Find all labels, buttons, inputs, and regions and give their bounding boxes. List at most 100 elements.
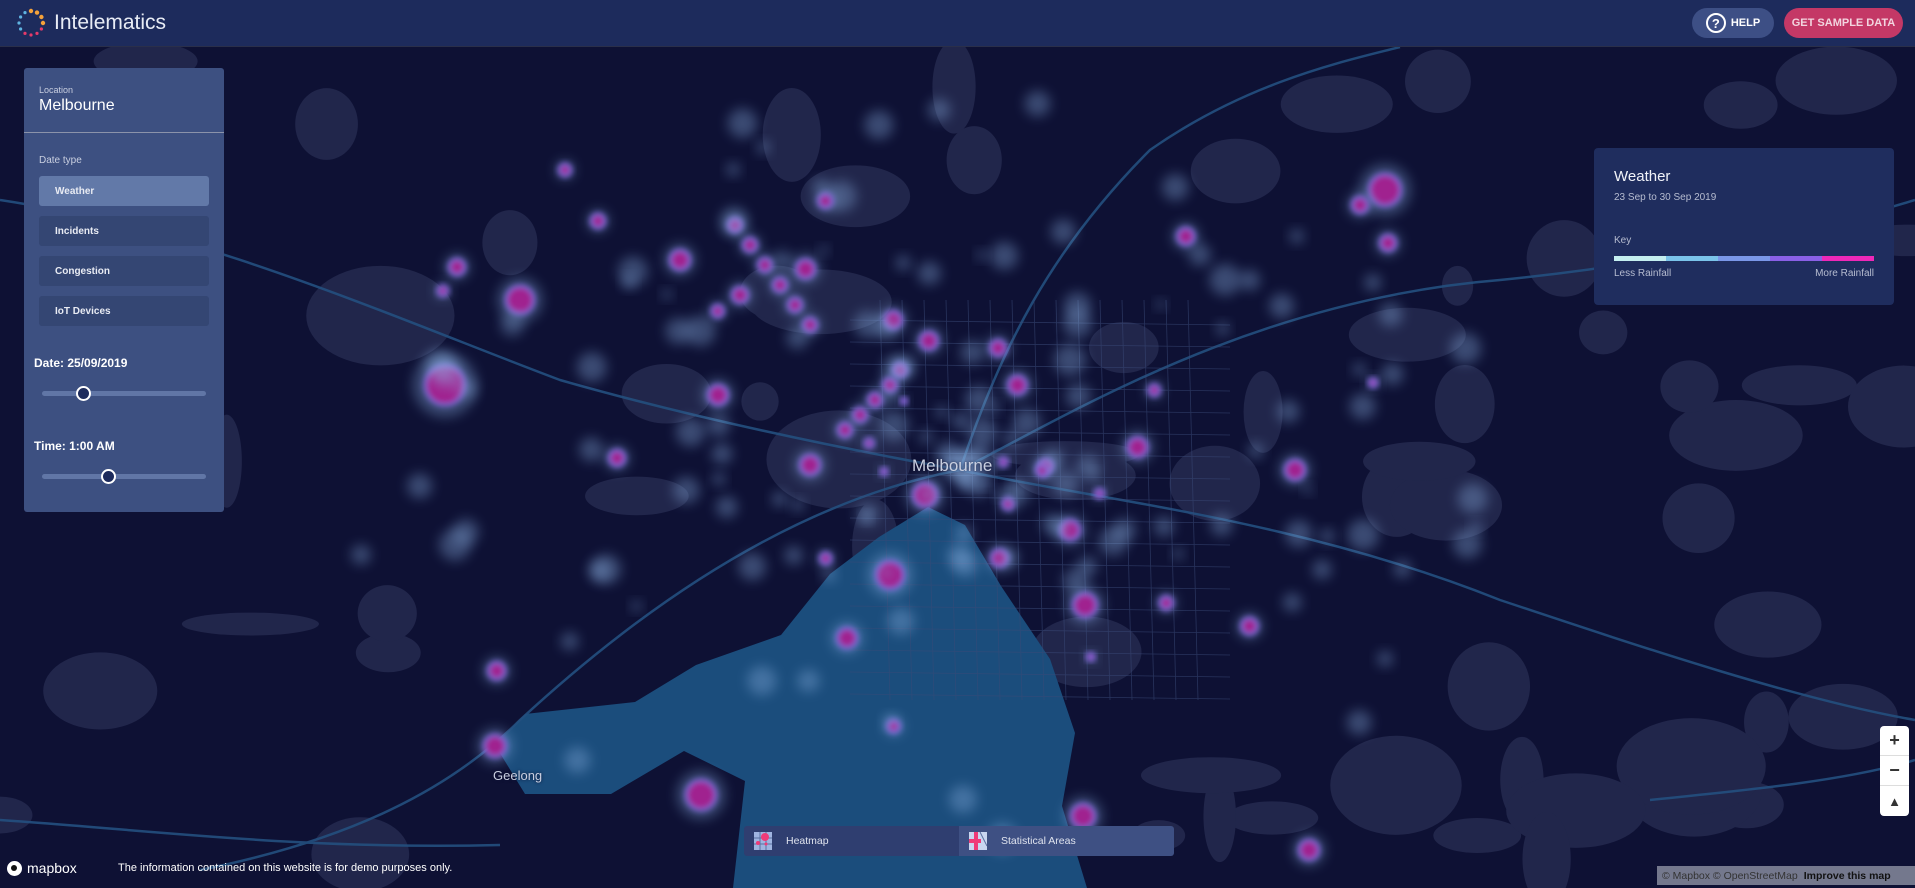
layer-switcher: Heatmap Statistical Areas [744,826,1174,856]
question-icon: ? [1705,13,1726,33]
map-attribution: © Mapbox © OpenStreetMap Improve this ma… [1657,866,1915,885]
heat-spot [988,338,1008,358]
date-slider-thumb[interactable] [76,386,91,401]
heat-spot [816,192,835,210]
heat-spot [607,448,627,468]
heat-spot [879,466,889,477]
time-slider-thumb[interactable] [100,469,116,484]
heat-spot [918,330,940,352]
heat-spot [1378,233,1398,253]
heat-spot [1283,458,1307,482]
statistical-areas-label: Statistical Areas [1001,835,1076,847]
heat-spot [1071,591,1099,619]
control-panel: Location Melbourne Date type Weather Inc… [24,68,224,512]
heat-spot [997,456,1010,468]
improve-map-link[interactable]: Improve this map [1804,870,1891,882]
heat-spot [818,551,833,566]
legend-swatch [1770,256,1822,261]
time-label: Time: 1:00 AM [34,439,115,453]
legend-swatch [1718,256,1770,261]
divider [24,132,224,133]
heat-spot [786,296,804,314]
heatmap-layer-button[interactable]: Heatmap [744,826,959,856]
compass-button[interactable]: ▲ [1880,786,1909,816]
date-type-weather-button[interactable]: Weather [39,176,209,206]
mapbox-logo[interactable]: mapbox [7,860,77,876]
zoom-out-button[interactable]: − [1880,756,1909,786]
heat-spot [741,236,759,254]
heat-spot [863,437,876,450]
date-type-iot-devices-button[interactable]: IoT Devices [39,296,209,326]
heat-spot [486,660,507,681]
heat-spot [835,626,859,650]
heat-spot [1350,195,1370,215]
legend-less-label: Less Rainfall [1614,268,1672,279]
heat-spot [1367,376,1379,389]
heat-spot [771,276,789,294]
map-label-geelong: Geelong [493,768,543,783]
zoom-in-button[interactable]: + [1880,726,1909,756]
heat-spot [730,285,750,305]
heat-spot [866,391,884,409]
weather-legend: Weather 23 Sep to 30 Sep 2019 Key Less R… [1594,148,1894,305]
heat-spot [557,162,573,178]
heat-spot [706,383,730,407]
heat-spot [684,778,718,812]
statistical-areas-icon [969,832,987,850]
date-label: Date: 25/09/2019 [34,356,128,370]
date-type-congestion-button[interactable]: Congestion [39,256,209,286]
date-type-label: Date type [39,155,82,166]
location-value[interactable]: Melbourne [39,97,115,115]
heat-spot [1147,383,1162,398]
heat-spot [1069,802,1097,830]
heat-spot [1175,226,1196,247]
heat-spot [851,406,869,424]
heat-spot [798,453,822,477]
help-button[interactable]: ? HELP [1692,8,1774,38]
heat-spot [1367,172,1403,208]
statistical-areas-layer-button[interactable]: Statistical Areas [959,826,1174,856]
heat-spot [899,396,909,406]
heat-spot [710,303,726,319]
mapbox-icon [7,860,22,876]
location-label: Location [39,85,74,95]
map-label-melbourne: Melbourne [912,456,993,475]
heat-spot [1158,594,1175,611]
legend-swatch [1614,256,1666,261]
mapbox-wordmark: mapbox [27,860,77,876]
heat-spot [589,212,607,230]
heatmap-icon [754,832,772,850]
legend-swatch [1666,256,1718,261]
map-canvas[interactable] [0,0,1915,888]
heat-spot [668,248,692,272]
date-slider[interactable] [42,386,206,401]
heat-spot [836,421,854,439]
heat-spot [1297,838,1321,862]
heat-spot [436,284,450,298]
date-type-incidents-button[interactable]: Incidents [39,216,209,246]
heat-spot [794,257,817,281]
heat-spot [1126,435,1149,459]
heat-spot [801,316,819,334]
legend-color-scale [1614,256,1874,261]
brand-name: Intelematics [54,11,167,34]
demo-disclaimer: The information contained on this websit… [118,862,453,874]
heat-spot [1006,374,1029,396]
logo-icon [17,8,46,37]
attribution-text[interactable]: © Mapbox © OpenStreetMap [1662,870,1798,882]
map-zoom-controls: + − ▲ [1880,726,1909,816]
get-sample-data-button[interactable]: GET SAMPLE DATA [1784,8,1903,38]
top-header: Intelematics ? HELP GET SAMPLE DATA [0,0,1915,47]
heat-spot [1085,651,1096,663]
heat-spot [1093,487,1106,500]
heat-spot [1034,463,1050,478]
heat-spot [482,733,508,759]
legend-swatch [1822,256,1874,261]
help-label: HELP [1730,17,1761,29]
intelematics-logo[interactable]: Intelematics [15,7,166,39]
heatmap-label: Heatmap [786,835,829,847]
heat-spot [1239,616,1260,636]
legend-more-label: More Rainfall [1815,268,1874,279]
heat-spot [756,256,774,274]
time-slider[interactable] [42,469,206,484]
